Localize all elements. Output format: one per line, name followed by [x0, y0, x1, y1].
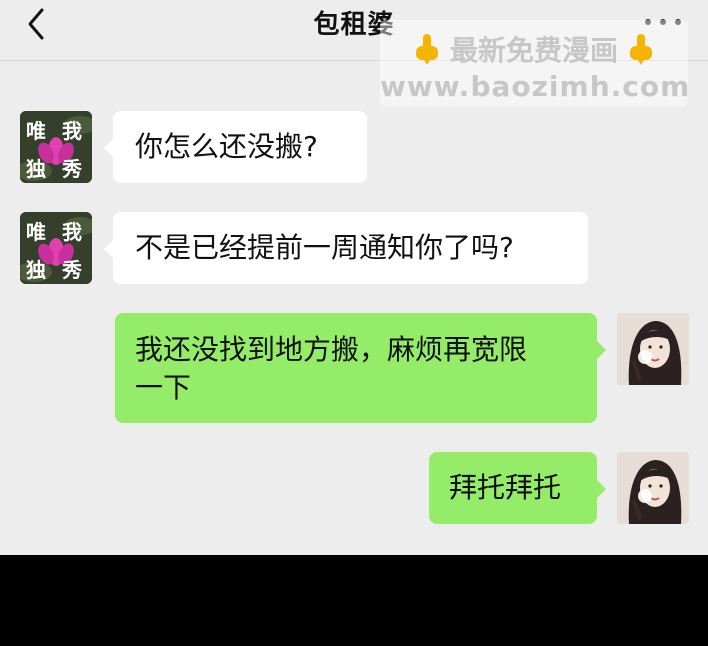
avatar-char: 我	[62, 119, 82, 143]
avatar-char: 唯	[26, 119, 46, 143]
user-portrait-icon	[617, 313, 689, 385]
more-button[interactable]	[638, 12, 688, 32]
more-dots-icon	[645, 19, 681, 25]
message-bubble-incoming[interactable]: 你怎么还没搬?	[113, 111, 367, 183]
message-text: 你怎么还没搬?	[135, 130, 318, 163]
bubble-tail	[104, 240, 113, 258]
avatar-char: 我	[62, 220, 82, 244]
message-bubble-outgoing[interactable]: 拜托拜托	[429, 452, 597, 524]
message-text: 不是已经提前一周通知你了吗?	[135, 231, 514, 264]
chat-screen: 包租婆 最新免费漫画 www.baozimh.com 唯 我 独 秀 你怎么还没…	[0, 0, 708, 555]
contact-avatar[interactable]: 唯 我 独 秀	[20, 111, 92, 183]
message-bubble-outgoing[interactable]: 我还没找到地方搬，麻烦再宽限 一下	[115, 313, 597, 423]
user-avatar[interactable]	[617, 452, 689, 524]
chat-header: 包租婆	[0, 0, 708, 61]
user-portrait-icon	[617, 452, 689, 524]
avatar-char: 秀	[62, 258, 82, 282]
chat-title: 包租婆	[313, 10, 395, 40]
bubble-tail	[597, 341, 606, 359]
avatar-char: 唯	[26, 220, 46, 244]
avatar-char: 独	[26, 258, 46, 282]
message-bubble-incoming[interactable]: 不是已经提前一周通知你了吗?	[113, 212, 588, 284]
contact-avatar[interactable]: 唯 我 独 秀	[20, 212, 92, 284]
message-text: 一下	[135, 371, 192, 404]
user-avatar[interactable]	[617, 313, 689, 385]
avatar-char: 独	[26, 157, 46, 181]
watermark-url: www.baozimh.com	[380, 70, 691, 103]
message-text: 拜托拜托	[449, 471, 562, 504]
bottom-black-bar	[0, 555, 708, 646]
message-text: 我还没找到地方搬，麻烦再宽限	[135, 333, 528, 366]
avatar-char: 秀	[62, 157, 82, 181]
bubble-tail	[597, 480, 606, 498]
bubble-tail	[104, 139, 113, 157]
